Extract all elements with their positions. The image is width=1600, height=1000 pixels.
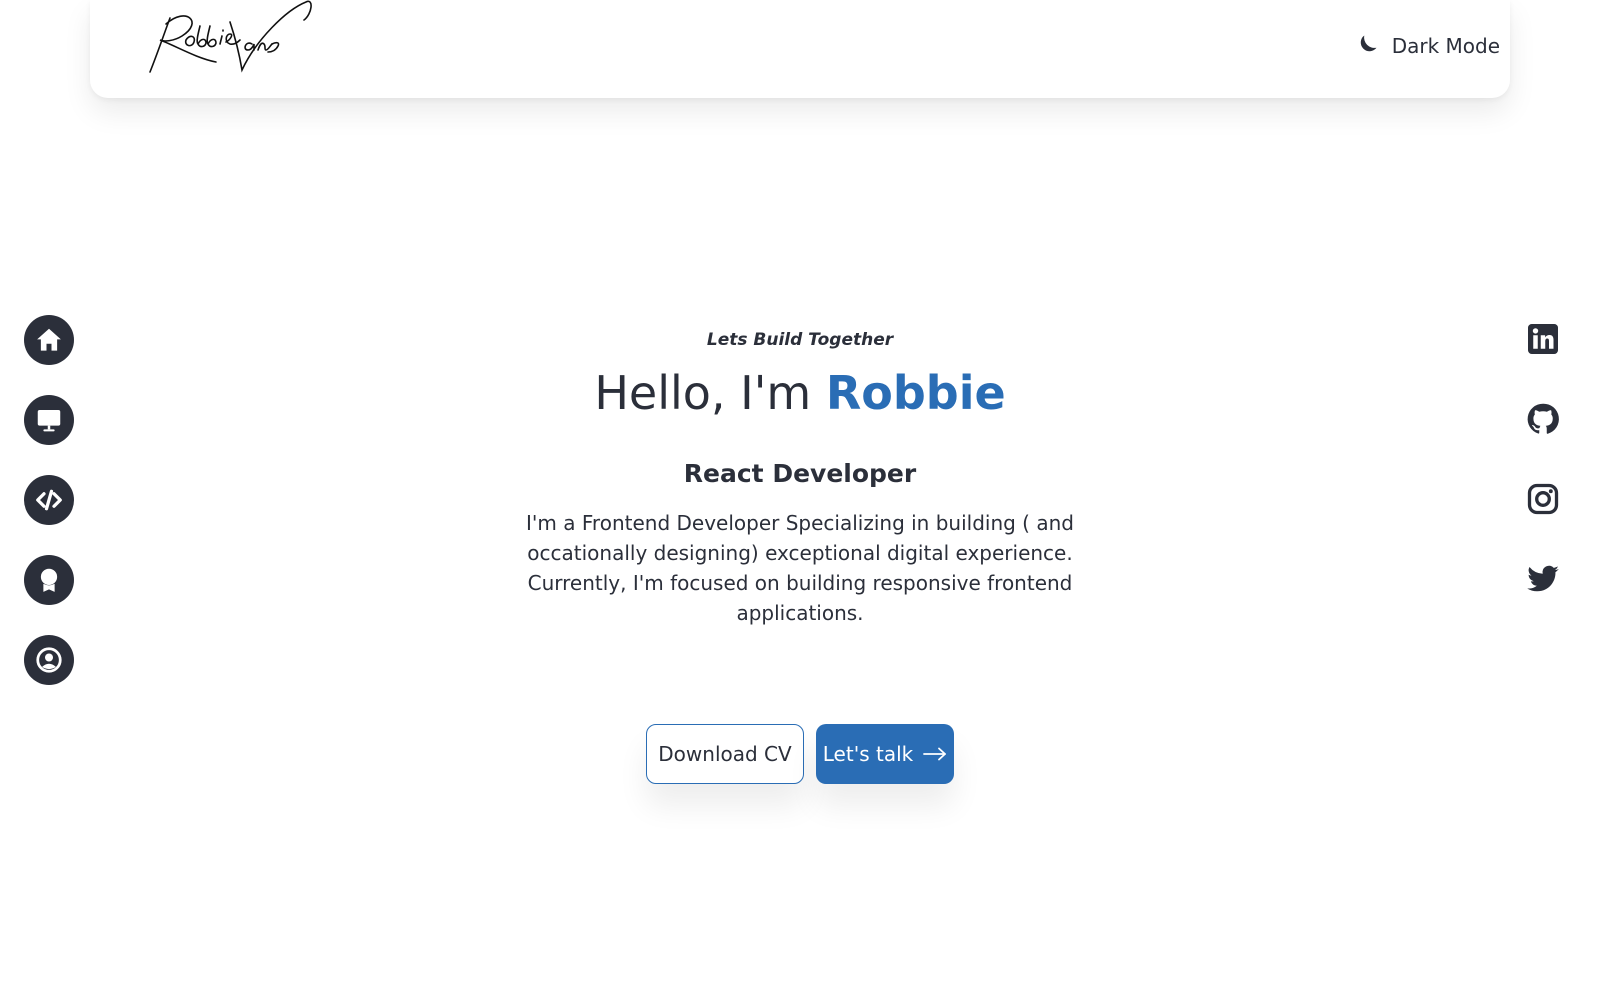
github-link[interactable] — [1524, 400, 1562, 438]
instagram-icon — [1527, 483, 1559, 515]
portfolio-page: Dark Mode Lets Build Together Hello, I'm… — [0, 0, 1600, 1000]
nav-about-button[interactable] — [24, 635, 74, 685]
hero-headline: Hello, I'm Robbie — [500, 368, 1100, 419]
nav-certifications-button[interactable] — [24, 555, 74, 605]
hero-greeting: Hello, I'm — [594, 366, 826, 420]
signature-logo-icon — [149, 0, 312, 73]
dark-mode-label: Dark Mode — [1391, 34, 1500, 58]
nav-skills-button[interactable] — [24, 475, 74, 525]
linkedin-link[interactable] — [1524, 320, 1562, 358]
moon-icon — [1360, 35, 1377, 52]
hero-section: Lets Build Together Hello, I'm Robbie Re… — [500, 330, 1100, 784]
monitor-icon — [37, 410, 61, 432]
arrow-right-icon — [923, 747, 947, 761]
lets-talk-label: Let's talk — [822, 742, 914, 766]
dark-mode-toggle[interactable]: Dark Mode — [1352, 32, 1500, 60]
award-icon — [40, 568, 58, 592]
linkedin-icon — [1528, 324, 1558, 354]
instagram-link[interactable] — [1524, 480, 1562, 518]
twitter-link[interactable] — [1524, 560, 1562, 598]
top-navbar: Dark Mode — [90, 0, 1510, 98]
download-cv-button[interactable]: Download CV — [646, 724, 804, 784]
hero-eyebrow: Lets Build Together — [706, 330, 894, 350]
social-links — [1524, 320, 1562, 598]
code-icon — [36, 489, 62, 511]
nav-home-button[interactable] — [24, 315, 74, 365]
download-cv-label: Download CV — [658, 742, 792, 766]
github-icon — [1527, 403, 1559, 434]
twitter-icon — [1527, 565, 1559, 592]
hero-bio: I'm a Frontend Developer Specializing in… — [526, 510, 1074, 625]
home-icon — [37, 328, 61, 351]
signature-logo[interactable] — [146, 0, 316, 80]
hero-name: Robbie — [825, 366, 1006, 420]
nav-projects-button[interactable] — [24, 395, 74, 445]
lets-talk-button[interactable]: Let's talk — [816, 724, 954, 784]
hero-role: React Developer — [683, 458, 917, 488]
side-nav — [24, 315, 74, 685]
hero-cta-group: Download CV Let's talk — [500, 724, 1100, 784]
user-icon — [36, 647, 62, 673]
